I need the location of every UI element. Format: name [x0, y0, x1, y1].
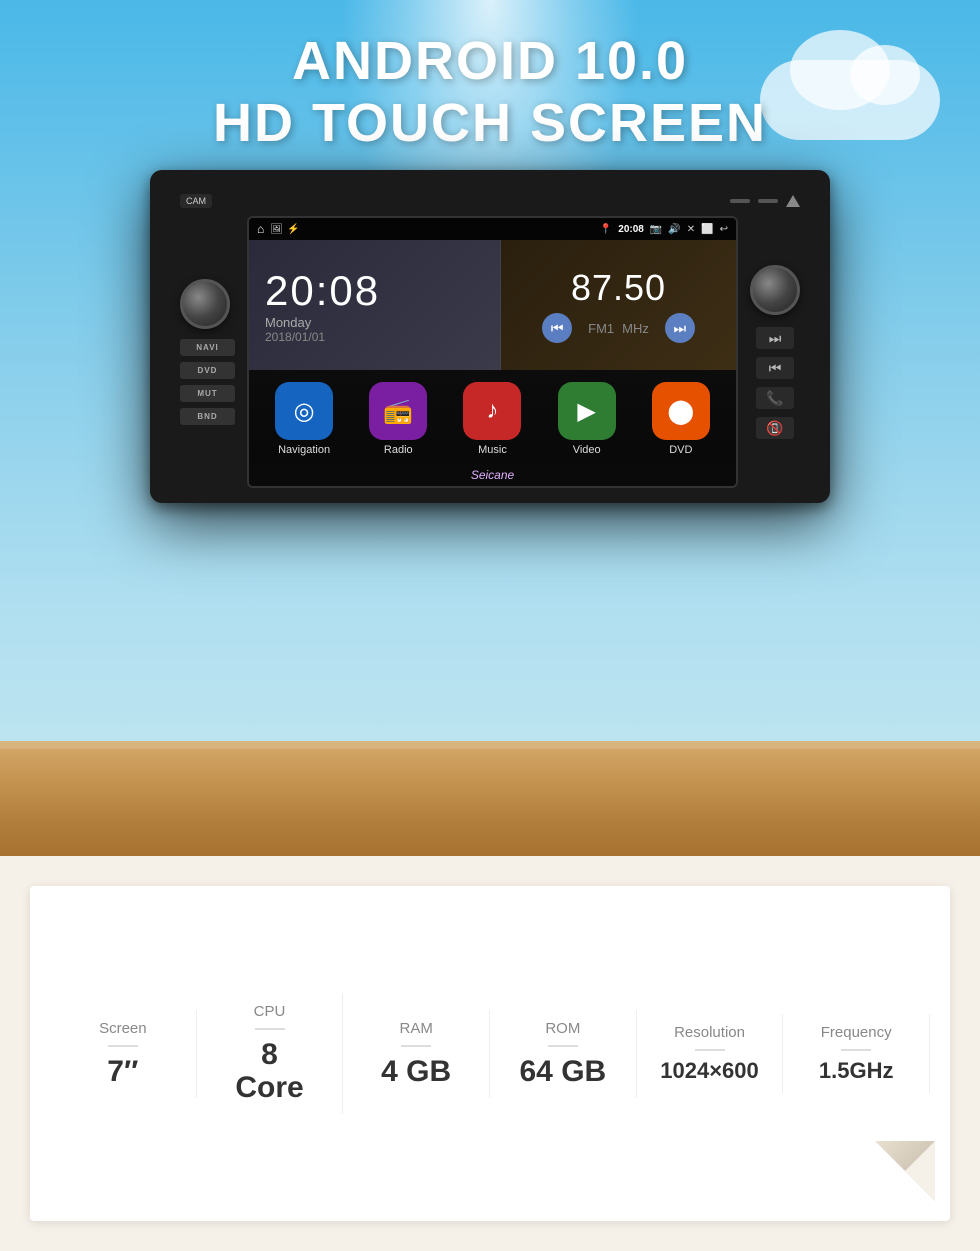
radio-info: FM1 MHz — [588, 321, 649, 336]
video-app-label: Video — [573, 444, 601, 456]
status-icons: 🖼 ⚡ — [270, 224, 299, 235]
widget-area: 20:08 Monday 2018/01/01 87.50 ⏮ FM1 MHz — [249, 240, 736, 370]
dvd-button[interactable]: DVD — [180, 362, 235, 379]
spec-divider-2 — [255, 1028, 285, 1030]
camera-icon: 📷 — [650, 224, 662, 235]
spec-screen-value: 7″ — [107, 1055, 138, 1088]
status-left: ⌂ 🖼 ⚡ — [257, 222, 299, 236]
main-screen: ⌂ 🖼 ⚡ 📍 20:08 📷 🔊 ✕ ⬜ ↩ — [247, 216, 738, 488]
nav-app[interactable]: ◎ Navigation — [275, 382, 333, 456]
stereo-body: NAVI DVD MUT BND ⌂ 🖼 ⚡ � — [180, 216, 800, 488]
dvd-app-label: DVD — [669, 444, 692, 456]
top-indicator — [730, 199, 750, 203]
hero-line1: ANDROID 10.0 — [0, 30, 980, 92]
music-app[interactable]: ♪ Music — [463, 382, 521, 456]
music-icon[interactable]: ♪ — [463, 382, 521, 440]
music-app-label: Music — [478, 444, 507, 456]
spec-divider — [108, 1045, 138, 1047]
mut-button[interactable]: MUT — [180, 385, 235, 402]
spec-ram-value: 4 GB — [381, 1055, 451, 1088]
left-knob[interactable] — [180, 279, 230, 329]
spec-ram: RAM 4 GB — [343, 1010, 490, 1098]
spec-divider-6 — [841, 1049, 871, 1051]
back-icon[interactable]: ↩ — [720, 224, 728, 235]
location-icon: 📍 — [600, 224, 612, 235]
stereo-top-bar: CAM — [180, 190, 800, 216]
close-icon: ✕ — [687, 224, 695, 235]
app-row: ◎ Navigation 📻 Radio ♪ Music ▶ Video — [249, 370, 736, 464]
answer-call-button[interactable]: 📞 — [756, 387, 794, 409]
top-bar-controls — [730, 195, 800, 207]
spec-resolution: Resolution 1024×600 — [637, 1014, 784, 1093]
spec-cpu-value: 8Core — [235, 1038, 303, 1104]
clock-day: Monday — [265, 315, 484, 330]
right-knob[interactable] — [750, 265, 800, 315]
spec-rom-label: ROM — [545, 1020, 580, 1037]
radio-unit: MHz — [622, 321, 649, 336]
navi-button[interactable]: NAVI — [180, 339, 235, 356]
home-icon[interactable]: ⌂ — [257, 222, 264, 236]
spec-rom: ROM 64 GB — [490, 1010, 637, 1098]
video-app[interactable]: ▶ Video — [558, 382, 616, 456]
radio-widget: 87.50 ⏮ FM1 MHz ⏭ — [501, 240, 736, 370]
clock-time: 20:08 — [265, 267, 484, 315]
spec-ram-label: RAM — [400, 1020, 433, 1037]
spec-screen: Screen 7″ — [50, 1010, 197, 1098]
clock-date: 2018/01/01 — [265, 330, 484, 344]
navigation-icon[interactable]: ◎ — [275, 382, 333, 440]
skip-back-button[interactable]: ⏮ — [756, 357, 794, 379]
radio-app-label: Radio — [384, 444, 413, 456]
spec-frequency-value: 1.5GHz — [819, 1059, 894, 1083]
radio-band: FM1 — [588, 321, 614, 336]
stereo-outer-frame: CAM NAVI DVD MUT BND ⌂ — [150, 170, 830, 503]
bnd-button[interactable]: BND — [180, 408, 235, 425]
spec-resolution-label: Resolution — [674, 1024, 745, 1041]
clock-widget: 20:08 Monday 2018/01/01 — [249, 240, 501, 370]
left-side-buttons: NAVI DVD MUT BND — [180, 279, 235, 425]
spec-divider-5 — [695, 1049, 725, 1051]
specs-paper: Screen 7″ CPU 8Core RAM 4 GB ROM 64 GB R… — [30, 886, 950, 1221]
top-indicator-2 — [758, 199, 778, 203]
cam-label: CAM — [180, 194, 212, 208]
skip-forward-button[interactable]: ⏭ — [756, 327, 794, 349]
spec-cpu-label: CPU — [254, 1003, 286, 1020]
radio-app[interactable]: 📻 Radio — [369, 382, 427, 456]
video-icon[interactable]: ▶ — [558, 382, 616, 440]
right-side-buttons: ⏭ ⏮ 📞 📵 — [750, 265, 800, 439]
prev-station-button[interactable]: ⏮ — [542, 313, 572, 343]
spec-rom-value: 64 GB — [519, 1055, 606, 1088]
radio-controls: ⏮ FM1 MHz ⏭ — [542, 313, 695, 343]
hero-title: ANDROID 10.0 HD TOUCH SCREEN — [0, 30, 980, 154]
paper-curl — [875, 1141, 935, 1201]
status-bar: ⌂ 🖼 ⚡ 📍 20:08 📷 🔊 ✕ ⬜ ↩ — [249, 218, 736, 240]
spec-divider-4 — [548, 1045, 578, 1047]
usb-icon: ⚡ — [287, 224, 299, 235]
status-right: 📍 20:08 📷 🔊 ✕ ⬜ ↩ — [600, 224, 728, 235]
dvd-icon[interactable]: ⬤ — [652, 382, 710, 440]
spec-frequency-label: Frequency — [821, 1024, 892, 1041]
spec-screen-label: Screen — [99, 1020, 147, 1037]
dvd-app[interactable]: ⬤ DVD — [652, 382, 710, 456]
hero-line2: HD TOUCH SCREEN — [0, 92, 980, 154]
eject-icon[interactable] — [786, 195, 800, 207]
specs-section: Screen 7″ CPU 8Core RAM 4 GB ROM 64 GB R… — [0, 856, 980, 1251]
next-station-button[interactable]: ⏭ — [665, 313, 695, 343]
window-icon: ⬜ — [701, 224, 713, 235]
image-icon: 🖼 — [270, 224, 283, 235]
status-time: 20:08 — [618, 224, 644, 235]
spec-resolution-value: 1024×600 — [660, 1059, 759, 1083]
spec-frequency: Frequency 1.5GHz — [783, 1014, 930, 1093]
seicane-watermark: Seicane — [249, 464, 736, 486]
spec-cpu: CPU 8Core — [197, 993, 344, 1114]
radio-icon[interactable]: 📻 — [369, 382, 427, 440]
radio-frequency: 87.50 — [571, 267, 666, 309]
stereo-unit: CAM NAVI DVD MUT BND ⌂ — [150, 170, 830, 503]
nav-app-label: Navigation — [278, 444, 330, 456]
spec-divider-3 — [401, 1045, 431, 1047]
volume-icon: 🔊 — [668, 224, 680, 235]
end-call-button[interactable]: 📵 — [756, 417, 794, 439]
